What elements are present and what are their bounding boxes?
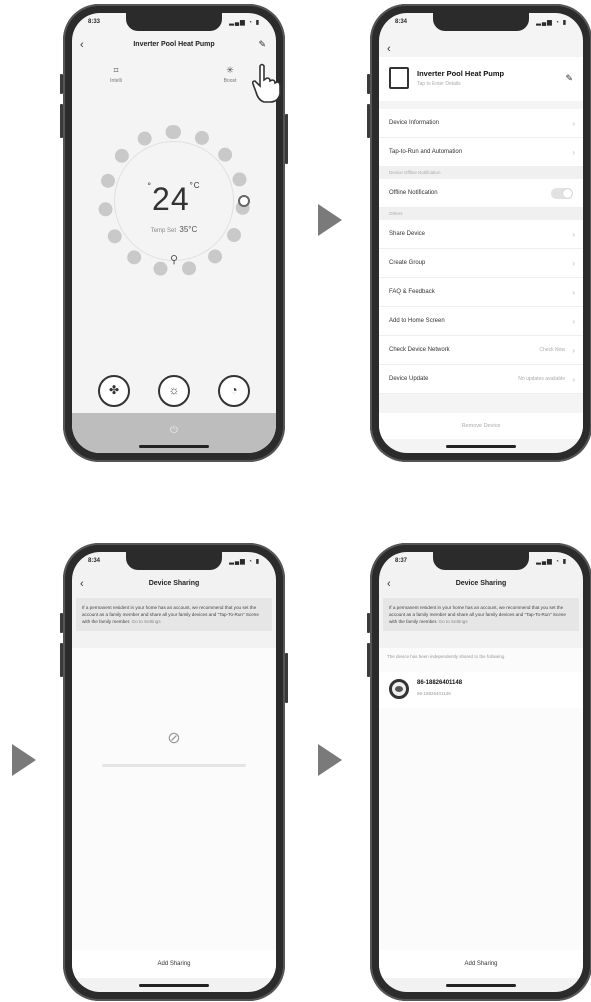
timer-icon[interactable]: ◔ bbox=[218, 375, 250, 407]
fan-icon[interactable]: ✤ bbox=[98, 375, 130, 407]
status-time: 8:34 bbox=[395, 19, 408, 25]
sharing-info-text: If a permanent resident in your home has… bbox=[389, 605, 566, 624]
sharing-info-text: If a permanent resident in your home has… bbox=[82, 605, 259, 624]
sun-icon[interactable]: ☼ bbox=[158, 375, 190, 407]
chevron-right-icon: › bbox=[572, 317, 575, 326]
shared-note: The device has been independently shared… bbox=[387, 654, 505, 659]
row-add-home-screen[interactable]: Add to Home Screen › bbox=[379, 307, 583, 336]
add-sharing-button[interactable]: Add Sharing bbox=[72, 950, 276, 978]
back-icon[interactable]: ‹ bbox=[387, 43, 391, 55]
page-title: Device Sharing bbox=[455, 580, 507, 587]
chevron-right-icon: › bbox=[572, 148, 575, 157]
device-name: Inverter Pool Heat Pump bbox=[417, 69, 505, 78]
settings-list: Device Information › Tap-to-Run and Autom… bbox=[379, 109, 583, 394]
screen-device-control: 8:33 ▂▄▆ ◔ ▮ ‹ Inverter Pool Heat Pump ✎… bbox=[72, 13, 276, 453]
add-sharing-button[interactable]: Add Sharing bbox=[379, 950, 583, 978]
screen-sharing-empty: 8:34 ▂▄▆ ◔ ▮ ‹ Device Sharing If a perma… bbox=[72, 552, 276, 992]
nav-bar: ‹ Device Sharing bbox=[379, 574, 583, 596]
no-share-icon: ⊘ bbox=[167, 730, 181, 747]
sharing-info-box: If a permanent resident in your home has… bbox=[76, 598, 272, 631]
power-icon[interactable]: ⏻ bbox=[72, 425, 276, 436]
temperature-unit: °C bbox=[189, 181, 201, 190]
screen-sharing-list: 8:37 ▂▄▆ ◔ ▮ ‹ Device Sharing If a perma… bbox=[379, 552, 583, 992]
status-time: 8:33 bbox=[88, 19, 101, 25]
page-title: Inverter Pool Heat Pump bbox=[133, 41, 215, 48]
nav-bar: ‹ Inverter Pool Heat Pump ✎ bbox=[72, 35, 276, 57]
avatar bbox=[389, 679, 409, 699]
flow-arrow-icon bbox=[12, 744, 36, 776]
offline-toggle[interactable] bbox=[551, 188, 573, 199]
row-share-device[interactable]: Share Device › bbox=[379, 220, 583, 249]
set-temp-label: Temp Set bbox=[150, 228, 177, 234]
boost-mode-icon: ✳ bbox=[226, 65, 234, 75]
chevron-right-icon: › bbox=[572, 230, 575, 239]
chevron-right-icon: › bbox=[572, 288, 575, 297]
member-account: 86-18826401148 bbox=[417, 691, 451, 696]
row-device-information[interactable]: Device Information › bbox=[379, 109, 583, 138]
chevron-right-icon: › bbox=[572, 259, 575, 268]
page-title: Device Sharing bbox=[148, 580, 200, 587]
phone-sharing-empty: 8:34 ▂▄▆ ◔ ▮ ‹ Device Sharing If a perma… bbox=[60, 543, 288, 1001]
device-subtitle: Tap to Enter Details bbox=[417, 81, 461, 87]
nav-bar: ‹ Device Sharing bbox=[72, 574, 276, 596]
search-icon[interactable]: ⚲ bbox=[72, 253, 276, 266]
shared-member-row[interactable]: 86-18826401148 86-18826401148 bbox=[379, 672, 583, 708]
edit-pencil-icon[interactable]: ✎ bbox=[258, 39, 266, 50]
status-icons: ▂▄▆ ◔ ▮ bbox=[229, 559, 260, 565]
empty-state-area bbox=[72, 648, 276, 952]
status-icons: ▂▄▆ ◔ ▮ bbox=[229, 20, 260, 26]
section-offline: Device Offline Notification bbox=[379, 167, 583, 179]
heat-pump-icon bbox=[389, 67, 409, 89]
status-time: 8:37 bbox=[395, 558, 408, 564]
temperature-value: 24 bbox=[152, 181, 190, 217]
row-check-network[interactable]: Check Device Network Check Now › bbox=[379, 336, 583, 365]
chevron-right-icon: › bbox=[572, 375, 575, 384]
device-header[interactable]: Inverter Pool Heat Pump Tap to Enter Det… bbox=[379, 57, 583, 101]
chevron-right-icon: › bbox=[572, 119, 575, 128]
chevron-right-icon: › bbox=[572, 346, 575, 355]
status-icons: ▂▄▆ ◔ ▮ bbox=[536, 20, 567, 26]
tap-hand-icon bbox=[251, 63, 281, 103]
mode-intelli-button[interactable]: ⌗ Intelli bbox=[96, 65, 136, 84]
update-value: No updates available bbox=[518, 376, 565, 382]
section-others: Others bbox=[379, 208, 583, 220]
row-faq-feedback[interactable]: FAQ & Feedback › bbox=[379, 278, 583, 307]
screen-device-settings: 8:34 ▂▄▆ ◔ ▮ ‹ Inverter Pool Heat Pump T… bbox=[379, 13, 583, 453]
mode-boost-label: Boost bbox=[223, 78, 237, 84]
settings-link[interactable]: Go to Settings bbox=[439, 619, 468, 624]
mode-intelli-label: Intelli bbox=[110, 78, 122, 84]
row-create-group[interactable]: Create Group › bbox=[379, 249, 583, 278]
phone-device-settings: 8:34 ▂▄▆ ◔ ▮ ‹ Inverter Pool Heat Pump T… bbox=[367, 4, 591, 462]
current-temperature: °24°C bbox=[72, 181, 276, 218]
member-name: 86-18826401148 bbox=[417, 680, 463, 686]
settings-link[interactable]: Go to Settings bbox=[132, 619, 161, 624]
edit-pencil-icon[interactable]: ✎ bbox=[565, 73, 573, 84]
row-tap-to-run[interactable]: Tap-to-Run and Automation › bbox=[379, 138, 583, 167]
flow-arrow-icon bbox=[318, 744, 342, 776]
intelli-mode-icon: ⌗ bbox=[113, 65, 119, 75]
sharing-info-box: If a permanent resident in your home has… bbox=[383, 598, 579, 631]
mode-boost-button[interactable]: ✳ Boost bbox=[210, 65, 250, 84]
status-icons: ▂▄▆ ◔ ▮ bbox=[536, 559, 567, 565]
row-offline-notification: Offline Notification bbox=[379, 179, 583, 208]
network-value: Check Now bbox=[539, 347, 565, 353]
set-temperature: Temp Set 35°C bbox=[72, 225, 276, 234]
empty-state-text bbox=[102, 764, 246, 767]
flow-arrow-icon bbox=[318, 204, 342, 236]
phone-sharing-list: 8:37 ▂▄▆ ◔ ▮ ‹ Device Sharing If a perma… bbox=[367, 543, 591, 1001]
row-device-update[interactable]: Device Update No updates available › bbox=[379, 365, 583, 394]
remove-device-button[interactable]: Remove Device bbox=[379, 413, 583, 439]
status-time: 8:34 bbox=[88, 558, 101, 564]
set-temp-value: 35°C bbox=[179, 225, 198, 234]
